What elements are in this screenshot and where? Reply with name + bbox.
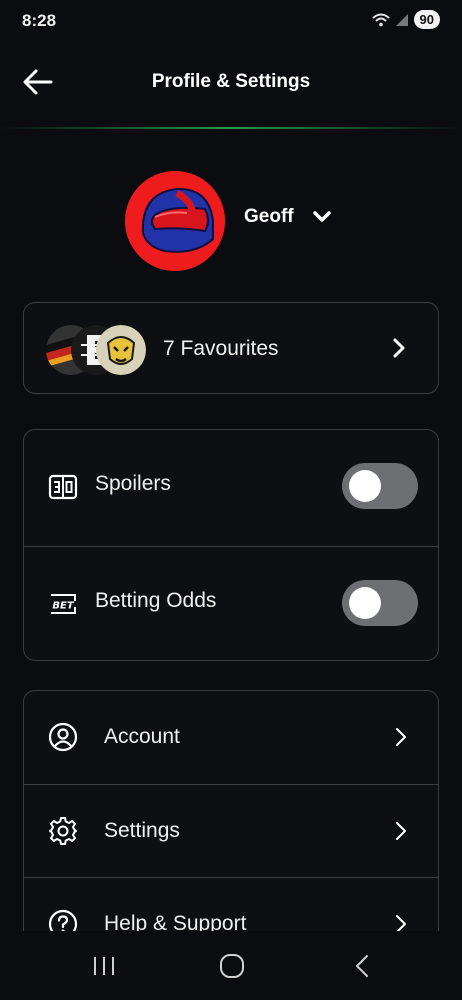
menu-item-settings[interactable]: Settings: [24, 784, 438, 877]
system-nav-bar: [0, 931, 462, 1000]
spoilers-label: Spoilers: [95, 472, 171, 495]
recents-button[interactable]: [84, 951, 124, 981]
profile-name: Geoff: [244, 206, 294, 227]
recents-icon: [94, 957, 114, 975]
profile-settings-screen: 8:28 90 Profile & Settings Geoff 7 Favou…: [0, 0, 462, 1000]
favourite-team-logos: [46, 325, 146, 375]
svg-text:BET: BET: [52, 601, 74, 612]
betting-odds-row: BET Betting Odds: [24, 546, 438, 660]
profile-section: Geoff: [0, 168, 462, 278]
favourites-card[interactable]: 7 Favourites: [23, 302, 439, 394]
battery-icon: 90: [413, 10, 440, 29]
back-icon: [356, 955, 368, 977]
page-title: Profile & Settings: [151, 71, 311, 92]
helmet-icon: [125, 171, 225, 271]
betting-odds-toggle[interactable]: [342, 580, 418, 626]
team-logo-3: [96, 325, 146, 375]
system-back-button[interactable]: [342, 951, 382, 981]
menu-item-label: Settings: [104, 819, 180, 842]
status-icons: 90: [371, 10, 440, 29]
home-icon: [220, 954, 244, 978]
toggle-knob: [349, 470, 381, 502]
preferences-card: Spoilers BET Betting Odds: [23, 429, 439, 661]
chevron-right-icon: [396, 728, 406, 746]
menu-item-account[interactable]: Account: [24, 691, 438, 784]
wifi-icon: [371, 13, 390, 26]
menu-item-label: Account: [104, 725, 180, 748]
profile-switcher[interactable]: Geoff: [244, 206, 332, 228]
scoreboard-icon: [48, 474, 78, 500]
user-circle-icon: [48, 722, 78, 752]
chevron-down-icon: [312, 211, 331, 222]
spoilers-row: Spoilers: [24, 430, 438, 546]
spoilers-toggle[interactable]: [342, 463, 418, 509]
header: Profile & Settings: [0, 52, 462, 112]
bet-icon: BET: [51, 594, 76, 614]
avatar[interactable]: [125, 171, 225, 271]
toggle-knob: [349, 587, 381, 619]
gear-icon: [49, 817, 77, 845]
header-divider: [0, 127, 462, 129]
signal-icon: [395, 13, 408, 26]
home-button[interactable]: [212, 951, 252, 981]
chevron-right-icon: [396, 822, 406, 840]
chevron-right-icon: [393, 338, 405, 358]
favourites-label: 7 Favourites: [163, 337, 279, 360]
betting-odds-label: Betting Odds: [95, 589, 217, 612]
status-time: 8:28: [22, 11, 57, 30]
status-bar: 8:28 90: [0, 0, 462, 40]
